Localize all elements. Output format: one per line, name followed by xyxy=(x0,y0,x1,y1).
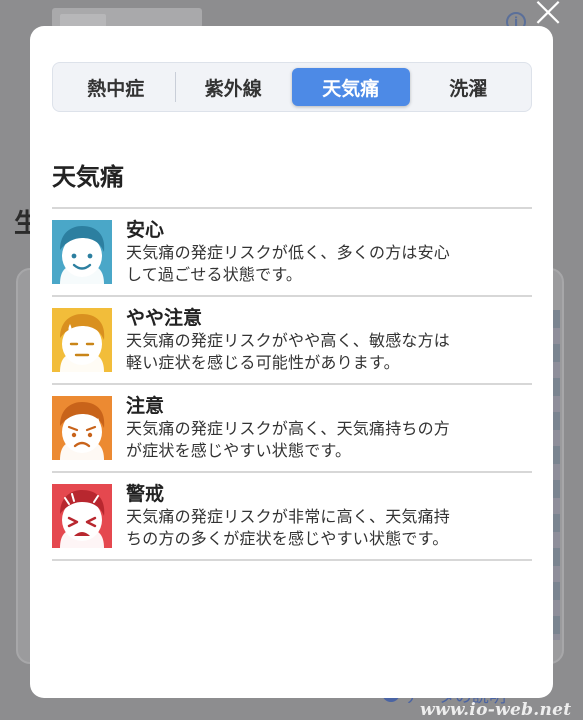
tab-heatstroke[interactable]: 熱中症 xyxy=(57,68,175,106)
level-description: 天気痛の発症リスクがやや高く、敏感な方は xyxy=(126,331,451,350)
level-list: 安心 天気痛の発症リスクが低く、多くの方は安心 して過ごせる状態です。 やや注意… xyxy=(52,207,532,561)
pained-face-icon xyxy=(52,484,112,548)
level-title: 安心 xyxy=(126,219,165,241)
level-description: して過ごせる状態です。 xyxy=(126,265,303,284)
level-row-warning: 警戒 天気痛の発症リスクが非常に高く、天気痛持 ちの方の多くが症状を感じやすい状… xyxy=(52,473,532,561)
index-tab-bar: 熱中症 紫外線 天気痛 洗濯 xyxy=(52,62,532,112)
level-row-slight-caution: やや注意 天気痛の発症リスクがやや高く、敏感な方は 軽い症状を感じる可能性があり… xyxy=(52,297,532,385)
tab-laundry[interactable]: 洗濯 xyxy=(410,68,528,106)
level-description: 天気痛の発症リスクが高く、天気痛持ちの方 xyxy=(126,419,451,438)
level-description: 軽い症状を感じる可能性があります。 xyxy=(126,353,400,372)
level-description: が症状を感じやすい状態です。 xyxy=(126,441,352,460)
level-row-safe: 安心 天気痛の発症リスクが低く、多くの方は安心 して過ごせる状態です。 xyxy=(52,209,532,297)
level-title: 警戒 xyxy=(126,483,165,505)
section-title: 天気痛 xyxy=(52,163,124,191)
calm-face-icon xyxy=(52,220,112,284)
index-info-modal: 熱中症 紫外線 天気痛 洗濯 天気痛 安心 天気痛の発症リスクが低く、多くの方は… xyxy=(30,26,553,698)
level-description: ちの方の多くが症状を感じやすい状態です。 xyxy=(126,529,449,548)
level-title: 注意 xyxy=(126,395,165,417)
tab-weather-pain[interactable]: 天気痛 xyxy=(292,68,410,106)
level-description: 天気痛の発症リスクが非常に高く、天気痛持 xyxy=(126,507,451,526)
level-row-caution: 注意 天気痛の発症リスクが高く、天気痛持ちの方 が症状を感じやすい状態です。 xyxy=(52,385,532,473)
watermark: www.io-web.net xyxy=(420,700,572,720)
level-title: やや注意 xyxy=(126,307,203,329)
uneasy-face-icon xyxy=(52,308,112,372)
tab-uv[interactable]: 紫外線 xyxy=(174,68,293,106)
level-description: 天気痛の発症リスクが低く、多くの方は安心 xyxy=(126,243,451,262)
worried-face-icon xyxy=(52,396,112,460)
